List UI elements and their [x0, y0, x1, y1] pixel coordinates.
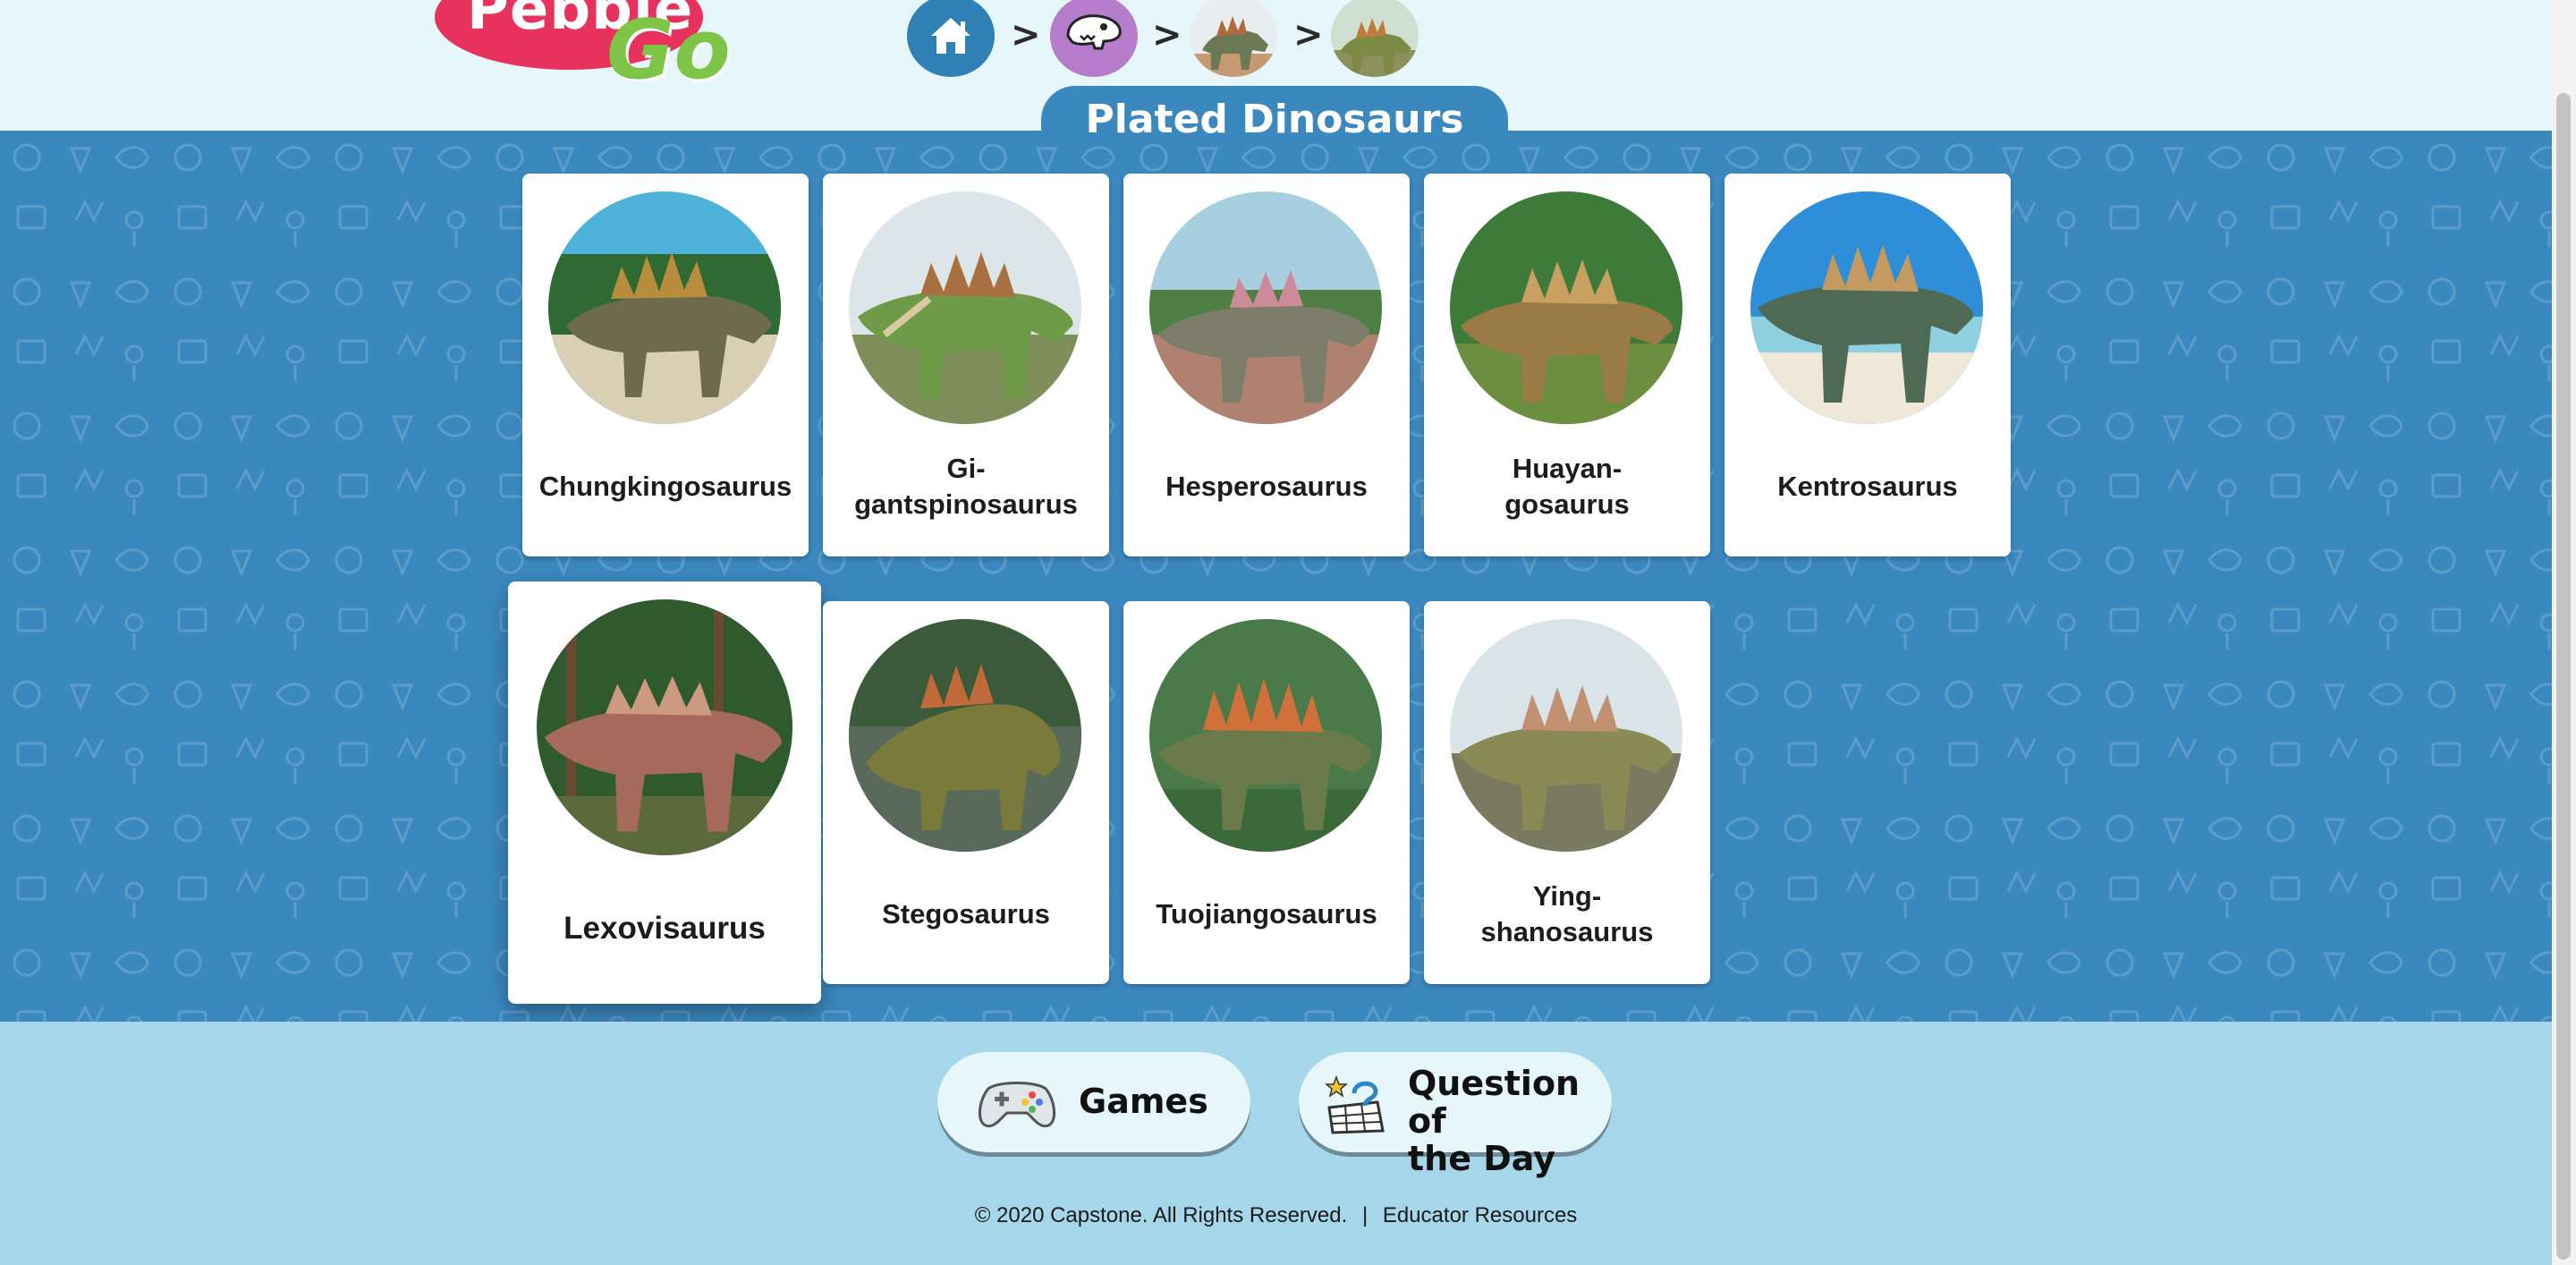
dinosaur-card-yingshanosaurus[interactable]: Ying- shanosaurus — [1424, 601, 1710, 984]
page-scrollbar-thumb[interactable] — [2556, 93, 2571, 1260]
card-label-multiline: Huayan- gosaurus — [1424, 451, 1710, 522]
dinosaur-card-chungkingosaurus[interactable]: Chungkingosaurus — [522, 174, 809, 556]
kentrosaurus-photo — [1750, 191, 1983, 424]
card-label-line: Ying- — [1532, 880, 1602, 912]
card-label: Chungkingosaurus — [538, 471, 792, 502]
breadcrumb-separator: > — [1011, 14, 1041, 55]
breadcrumb-stegosaurus[interactable] — [1331, 0, 1419, 77]
card-label-multiline: Ying- shanosaurus — [1424, 879, 1710, 950]
hesperosaurus-photo — [1149, 191, 1382, 424]
stegosaurus-photo — [849, 619, 1081, 852]
breadcrumb-dinosaurs[interactable] — [1050, 0, 1138, 77]
pebblego-logo[interactable]: Pebble Go — [429, 0, 733, 116]
breadcrumb-separator: > — [1293, 14, 1324, 55]
gigantspinosaurus-photo — [849, 191, 1081, 424]
question-of-the-day-button[interactable]: Question of the Day — [1299, 1052, 1612, 1177]
chungkingosaurus-photo — [548, 191, 781, 424]
dinosaur-card-lexovisaurus[interactable]: Lexovisaurus — [508, 582, 821, 1004]
yingshanosaurus-photo — [1450, 619, 1682, 852]
stegosaurus-thumbnail — [1331, 0, 1419, 77]
card-label-line: gosaurus — [1504, 488, 1630, 520]
card-label: Hesperosaurus — [1165, 471, 1368, 502]
dinosaur-card-hesperosaurus[interactable]: Hesperosaurus — [1123, 174, 1410, 556]
copyright-bar: © 2020 Capstone. All Rights Reserved. | … — [0, 1203, 2552, 1228]
dinosaur-card-kentrosaurus[interactable]: Kentrosaurus — [1724, 174, 2011, 556]
huayangosaurus-photo — [1450, 191, 1682, 424]
footer — [0, 1022, 2552, 1265]
games-button[interactable]: Games — [937, 1052, 1250, 1152]
tuojiangosaurus-photo — [1149, 619, 1382, 852]
dinosaur-icon — [1066, 14, 1122, 50]
breadcrumb-separator: > — [1152, 14, 1182, 55]
card-label: Stegosaurus — [882, 898, 1050, 930]
page-title: Plated Dinosaurs — [1085, 97, 1464, 142]
plated-dinosaur-thumbnail — [1190, 0, 1277, 77]
dinosaur-card-gigantspinosaurus[interactable]: Gi- gantspinosaurus — [823, 174, 1109, 556]
breadcrumb-plated-dinosaurs[interactable] — [1190, 0, 1277, 77]
games-label: Games — [1079, 1082, 1208, 1121]
copyright-text: © 2020 Capstone. All Rights Reserved. — [974, 1203, 1348, 1227]
dinosaur-card-tuojiangosaurus[interactable]: Tuojiangosaurus — [1123, 601, 1410, 984]
logo-text-go: Go — [606, 2, 731, 98]
footer-divider: | — [1361, 1203, 1368, 1227]
page-title-tab: Plated Dinosaurs — [1041, 86, 1508, 143]
question-of-the-day-label: Question of the Day — [1408, 1065, 1612, 1177]
card-label-line: shanosaurus — [1480, 916, 1654, 947]
card-label: Tuojiangosaurus — [1156, 898, 1377, 930]
lexovisaurus-photo — [537, 599, 792, 855]
breadcrumb-home[interactable] — [907, 0, 995, 77]
card-label-line: Gi- — [946, 453, 986, 484]
card-label: Kentrosaurus — [1777, 471, 1958, 502]
card-label-line: Huayan- — [1512, 453, 1623, 484]
question-of-the-day-label-line: Question of — [1408, 1064, 1580, 1141]
game-controller-icon — [979, 1082, 1055, 1128]
card-label-line: gantspinosaurus — [854, 488, 1078, 520]
question-of-the-day-icon — [1324, 1074, 1385, 1134]
question-of-the-day-label-line: the Day — [1408, 1139, 1556, 1178]
educator-resources-link[interactable]: Educator Resources — [1383, 1203, 1577, 1227]
card-label-multiline: Gi- gantspinosaurus — [823, 451, 1109, 522]
home-icon — [931, 18, 970, 54]
card-label: Lexovisaurus — [564, 911, 766, 946]
dinosaur-card-stegosaurus[interactable]: Stegosaurus — [823, 601, 1109, 984]
dinosaur-card-huayangosaurus[interactable]: Huayan- gosaurus — [1424, 174, 1710, 556]
